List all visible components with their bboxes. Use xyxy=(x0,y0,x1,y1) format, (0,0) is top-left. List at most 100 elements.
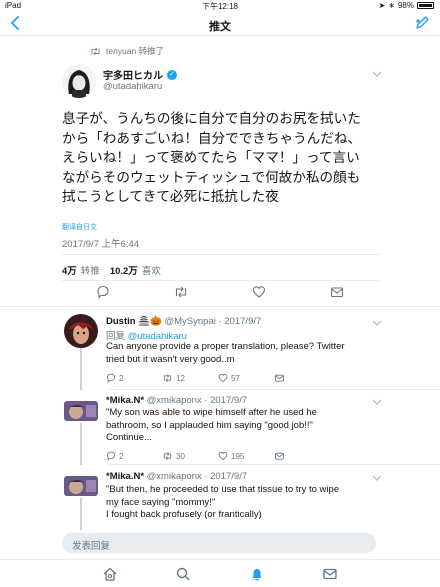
message-icon xyxy=(275,452,284,460)
translate-link[interactable]: 翻译自日文 xyxy=(62,222,97,232)
reply-line: Can anyone provide a proper translation,… xyxy=(106,341,345,352)
reply-header: Dustin 🏯🎃 @MySynpai · 2017/9/7 xyxy=(106,316,261,327)
retweeted-by-label: tenyuan 转推了 xyxy=(106,46,165,56)
status-bar: iPad 下午12:18 ➤ ∗ 98% xyxy=(0,0,440,12)
thread-connector xyxy=(80,423,82,465)
avatar-image xyxy=(64,476,98,496)
reply-line: I fought back profusely (or frantically) xyxy=(106,509,262,520)
clock: 下午12:18 xyxy=(201,2,239,11)
compose-icon[interactable] xyxy=(414,15,430,31)
retweets-count[interactable]: 4万 xyxy=(62,263,77,277)
retweeted-by[interactable]: tenyuan 转推了 xyxy=(90,45,164,57)
retweet-button[interactable]: 12 xyxy=(162,373,185,383)
reply-count: 2 xyxy=(119,373,124,383)
avatar-image xyxy=(64,314,98,348)
reply-avatar[interactable] xyxy=(64,476,98,496)
reply-header: *Mika.N* @xmikaponx · 2017/9/7 xyxy=(106,395,247,406)
chevron-down-icon[interactable] xyxy=(372,319,382,327)
author-handle[interactable]: @utadahikaru xyxy=(103,81,162,92)
chevron-down-icon[interactable] xyxy=(372,398,382,406)
retweet-icon xyxy=(163,452,172,460)
reply-author-name[interactable]: Dustin xyxy=(106,316,136,327)
reply-line: bathroom, so I applauded him saying "goo… xyxy=(106,419,313,431)
status-indicators: ➤ ∗ 98% xyxy=(379,1,434,10)
retweet-button[interactable]: 30 xyxy=(162,451,185,461)
retweet-count: 12 xyxy=(176,373,185,383)
reply-icon[interactable] xyxy=(96,285,110,299)
tweet-text: 息子が、うんちの後に自分で自分のお尻を拭いた から「わあすごいね！自分でできちゃ… xyxy=(62,110,392,208)
tab-bar xyxy=(0,559,440,587)
divider xyxy=(106,389,440,390)
divider xyxy=(106,464,440,465)
dm-button[interactable] xyxy=(274,373,285,383)
retweet-count: 30 xyxy=(176,451,185,461)
like-button[interactable]: 57 xyxy=(218,373,240,383)
reply-icon xyxy=(106,373,116,383)
reply-text: "My son was able to wipe himself after h… xyxy=(106,407,376,445)
tweet-line: から「わあすごいね！自分でできちゃうんだね、 xyxy=(62,130,362,147)
verified-badge-icon: ✓ xyxy=(167,69,177,80)
thread-connector xyxy=(80,498,82,530)
avatar-image xyxy=(64,401,98,421)
home-icon[interactable] xyxy=(102,566,118,582)
reply-handle-date: @xmikaponx · 2017/9/7 xyxy=(146,471,248,482)
tweet-actions xyxy=(62,285,382,301)
chevron-down-icon[interactable] xyxy=(372,474,382,482)
message-icon xyxy=(275,374,284,382)
retweet-icon xyxy=(163,374,172,382)
author-name-label: 宇多田ヒカル xyxy=(103,71,163,82)
reply-line: tried but it wasn't very good..m xyxy=(106,353,235,365)
tweet-timestamp: 2017/9/7 上午6:44 xyxy=(62,239,140,250)
reply-handle-date: @MySynpai · 2017/9/7 xyxy=(164,316,262,327)
reply-composer-input[interactable]: 发表回复 xyxy=(62,533,376,553)
notifications-icon[interactable] xyxy=(249,566,265,582)
page-title: 推文 xyxy=(209,21,231,33)
reply-avatar[interactable] xyxy=(64,401,98,421)
divider xyxy=(62,254,382,255)
nav-bar: 推文 xyxy=(0,12,440,36)
like-count: 195 xyxy=(231,451,245,461)
reply-line: my face saying "mommy!" xyxy=(106,496,216,508)
reply-count: 2 xyxy=(119,451,124,461)
reply-line: "My son was able to wipe himself after h… xyxy=(106,407,317,418)
tweet-line: えらいね！」って褒めてたら「ママ！」って言い xyxy=(62,150,360,167)
reply-button[interactable]: 2 xyxy=(106,451,123,461)
reply-line: Continue... xyxy=(106,432,152,443)
author-avatar[interactable] xyxy=(62,64,96,98)
heart-icon[interactable] xyxy=(252,285,266,299)
reply-actions: 2 30 195 xyxy=(106,451,346,463)
battery-percent: 98% xyxy=(397,1,414,10)
reply-author-name[interactable]: *Mika.N* xyxy=(106,471,144,482)
chevron-down-icon[interactable] xyxy=(372,70,382,78)
reply-author-name[interactable]: *Mika.N* xyxy=(106,395,144,406)
reply-actions: 2 12 57 xyxy=(106,373,346,385)
reply-button[interactable]: 2 xyxy=(106,373,123,383)
reply-header: *Mika.N* @xmikaponx · 2017/9/7 xyxy=(106,471,247,482)
retweet-icon[interactable] xyxy=(174,285,188,299)
retweets-label: 转推 xyxy=(80,266,100,277)
tweet-line: 拭こうとしてきて必死に抵抗した夜 xyxy=(62,189,279,206)
author-name[interactable]: 宇多田ヒカル ✓ xyxy=(103,67,177,82)
likes-label: 喜欢 xyxy=(141,266,161,277)
dm-button[interactable] xyxy=(274,451,285,461)
reply-text: "But then, he proceeded to use that tiss… xyxy=(106,484,376,522)
reply-icon xyxy=(106,451,116,461)
reply-avatar[interactable] xyxy=(64,314,98,348)
tweet-line: ながらそのウェットティッシュで何故か私の顔も xyxy=(62,169,361,186)
search-icon[interactable] xyxy=(175,566,191,582)
reply-text: Can anyone provide a proper translation,… xyxy=(106,341,376,366)
divider xyxy=(0,306,440,307)
mail-icon[interactable] xyxy=(322,566,338,582)
tweet-stats: 4万 转推 10.2万 喜欢 xyxy=(62,263,167,277)
message-icon[interactable] xyxy=(330,285,344,299)
reply-line: "But then, he proceeded to use that tiss… xyxy=(106,484,340,495)
location-icon: ➤ xyxy=(378,1,386,10)
likes-count[interactable]: 10.2万 xyxy=(110,263,138,277)
battery-icon xyxy=(417,2,434,9)
bluetooth-icon: ∗ xyxy=(388,1,395,10)
badge-icon: 🏯🎃 xyxy=(138,316,165,327)
like-button[interactable]: 195 xyxy=(218,451,244,461)
heart-icon xyxy=(218,373,228,383)
thread-connector xyxy=(80,348,82,390)
divider xyxy=(62,280,382,281)
